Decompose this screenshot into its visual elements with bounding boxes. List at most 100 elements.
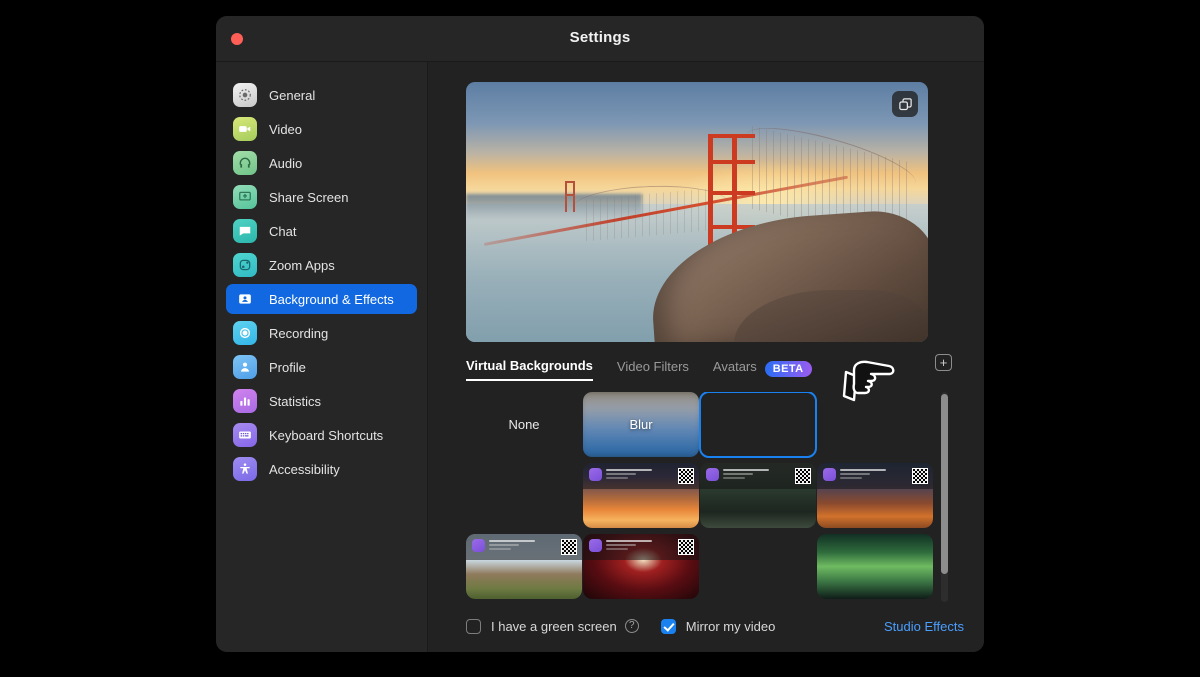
sidebar-item-profile[interactable]: Profile [226, 352, 417, 382]
thumb-artwork [583, 392, 699, 457]
thumb-artwork [700, 463, 816, 528]
slide-text-lines [606, 540, 652, 552]
sidebar-item-label: Background & Effects [269, 292, 394, 307]
background-effects-pane: Virtual Backgrounds Video Filters Avatar… [428, 62, 984, 652]
camera-icon [233, 117, 257, 141]
sidebar-item-accessibility[interactable]: Accessibility [226, 454, 417, 484]
thumb-artwork [466, 534, 582, 599]
sidebar-item-zoom-apps[interactable]: Zoom Apps [226, 250, 417, 280]
bar-chart-icon [233, 389, 257, 413]
sidebar-item-label: Chat [269, 224, 296, 239]
sidebar-item-label: Recording [269, 326, 328, 341]
sidebar-item-background-effects[interactable]: Background & Effects [226, 284, 417, 314]
backgrounds-scrollbar-track[interactable] [941, 392, 948, 602]
sidebar-item-label: Profile [269, 360, 306, 375]
sidebar-item-audio[interactable]: Audio [226, 148, 417, 178]
settings-window: Settings General Video Audio [216, 16, 984, 652]
sidebar-item-chat[interactable]: Chat [226, 216, 417, 246]
slide-app-icon [706, 468, 719, 481]
qr-code-icon [912, 468, 928, 484]
preview-tower-crossbar [708, 160, 755, 164]
sidebar-item-label: Video [269, 122, 302, 137]
slide-app-icon [472, 539, 485, 552]
sidebar-item-share-screen[interactable]: Share Screen [226, 182, 417, 212]
window-title: Settings [216, 29, 984, 46]
preview-far-crossbar [565, 181, 575, 183]
background-thumb-canyon-slide[interactable] [700, 463, 816, 528]
accessibility-icon [233, 457, 257, 481]
record-icon [233, 321, 257, 345]
person-card-icon [233, 287, 257, 311]
sidebar-item-recording[interactable]: Recording [226, 318, 417, 348]
thumb-artwork [583, 534, 699, 599]
backgrounds-grid-container: None Blur [466, 392, 948, 602]
preview-background-image [466, 82, 928, 342]
keyboard-icon [233, 423, 257, 447]
thumb-artwork [817, 463, 933, 528]
sidebar-item-label: Share Screen [269, 190, 349, 205]
qr-code-icon [561, 539, 577, 555]
snapshot-icon[interactable] [892, 91, 918, 117]
green-screen-label: I have a green screen [491, 619, 617, 634]
sidebar-item-statistics[interactable]: Statistics [226, 386, 417, 416]
background-thumb-space[interactable] [466, 463, 582, 528]
slide-text-lines [489, 540, 535, 552]
background-thumb-city-slide[interactable] [817, 463, 933, 528]
settings-sidebar: General Video Audio Share Screen [216, 62, 428, 652]
slide-app-icon [589, 468, 602, 481]
preview-tower-crossbar [708, 134, 755, 138]
video-preview [466, 82, 928, 342]
qr-code-icon [795, 468, 811, 484]
background-options-footer: I have a green screen ? Mirror my video … [466, 616, 964, 636]
beta-badge: BETA [765, 361, 812, 377]
sidebar-item-keyboard-shortcuts[interactable]: Keyboard Shortcuts [226, 420, 417, 450]
backgrounds-scrollbar-thumb[interactable] [941, 394, 948, 574]
background-thumb-beach[interactable] [700, 534, 816, 599]
preview-tower-crossbar [708, 191, 755, 195]
sidebar-item-label: Statistics [269, 394, 321, 409]
slide-app-icon [823, 468, 836, 481]
effects-tab-bar: Virtual Backgrounds Video Filters Avatar… [466, 356, 964, 382]
window-body: General Video Audio Share Screen [216, 62, 984, 652]
green-screen-checkbox[interactable] [466, 619, 481, 634]
background-thumb-aurora[interactable] [817, 534, 933, 599]
background-thumb-blur[interactable]: Blur [583, 392, 699, 457]
tab-virtual-backgrounds[interactable]: Virtual Backgrounds [466, 358, 593, 381]
help-icon[interactable]: ? [625, 619, 639, 633]
slide-text-lines [723, 469, 769, 481]
gear-icon [233, 83, 257, 107]
sidebar-item-label: Accessibility [269, 462, 340, 477]
background-thumb-none[interactable]: None [466, 392, 582, 457]
preview-far-crossbar [565, 194, 575, 196]
thumb-artwork [583, 463, 699, 528]
slide-app-icon [589, 539, 602, 552]
slide-text-lines [840, 469, 886, 481]
tab-video-filters[interactable]: Video Filters [617, 359, 689, 380]
sidebar-item-label: Keyboard Shortcuts [269, 428, 383, 443]
mirror-video-checkbox[interactable] [661, 619, 676, 634]
background-thumb-sunset-slide[interactable] [583, 463, 699, 528]
sidebar-item-label: Audio [269, 156, 302, 171]
slide-text-lines [606, 469, 652, 481]
sidebar-item-label: General [269, 88, 315, 103]
screen-icon [233, 185, 257, 209]
backgrounds-grid: None Blur [466, 392, 948, 599]
chat-icon [233, 219, 257, 243]
sidebar-item-general[interactable]: General [226, 80, 417, 110]
headphones-icon [233, 151, 257, 175]
title-bar: Settings [216, 16, 984, 62]
mirror-video-label: Mirror my video [686, 619, 776, 634]
add-background-button[interactable]: + [935, 354, 952, 371]
background-thumb-label: None [508, 417, 539, 432]
background-thumb-grass[interactable] [817, 392, 933, 457]
background-thumb-golden-gate[interactable] [700, 392, 816, 457]
qr-code-icon [678, 539, 694, 555]
sidebar-item-video[interactable]: Video [226, 114, 417, 144]
studio-effects-link[interactable]: Studio Effects [884, 619, 964, 634]
background-thumb-campus-slide[interactable] [466, 534, 582, 599]
background-thumb-stage-slide[interactable] [583, 534, 699, 599]
person-icon [233, 355, 257, 379]
sidebar-item-label: Zoom Apps [269, 258, 335, 273]
tab-avatars[interactable]: Avatars [713, 359, 757, 380]
preview-far-tower-left [565, 181, 567, 212]
